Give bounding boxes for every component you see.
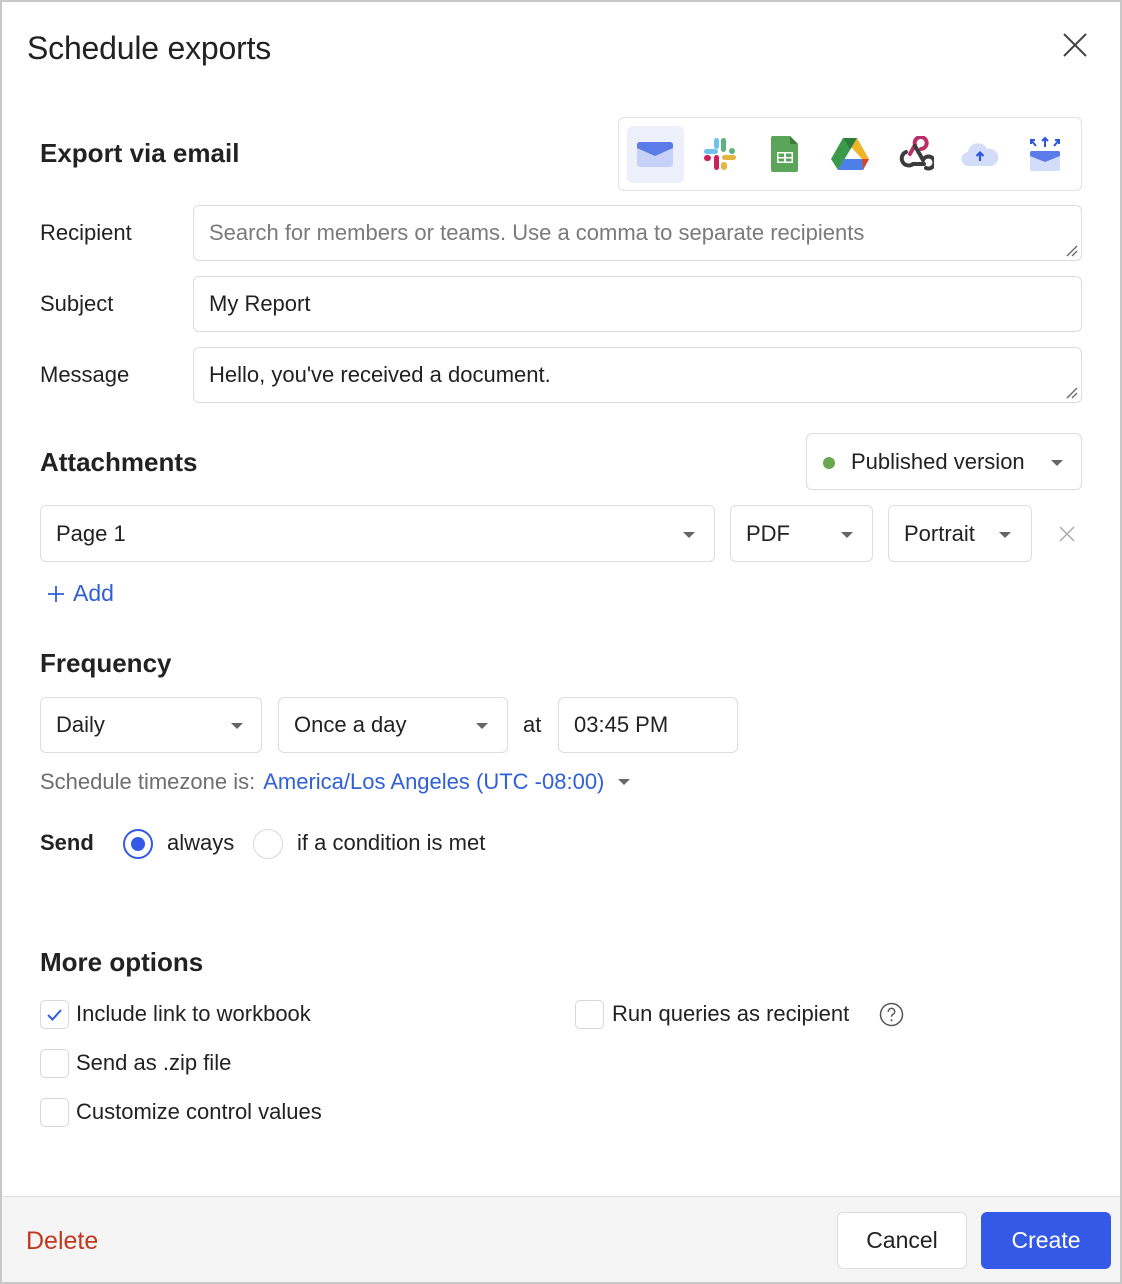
send-condition-label[interactable]: if a condition is met [297,830,485,856]
run-queries-label[interactable]: Run queries as recipient [612,1001,849,1027]
orientation-value: Portrait [904,520,975,546]
add-attachment-button[interactable]: Add [47,580,114,607]
version-value: Published version [851,448,1025,474]
time-field[interactable]: 03:45 PM [558,697,738,753]
send-label: Send [40,830,94,855]
more-options-heading: More options [40,947,204,977]
timezone-select[interactable]: America/Los Angeles (UTC -08:00) [263,769,604,795]
times-value: Once a day [294,712,407,737]
send-always-radio[interactable] [123,829,153,859]
recipient-field[interactable]: Search for members or teams. Use a comma… [193,205,1082,261]
resize-handle-icon[interactable] [1064,385,1078,399]
channel-email[interactable] [627,125,684,183]
webhook-icon [899,136,934,171]
remove-attachment-icon[interactable] [1059,526,1075,542]
customize-controls-label[interactable]: Customize control values [76,1099,322,1125]
google-drive-icon [831,138,869,170]
schedule-exports-dialog: Schedule exports Export via email Recipi… [2,2,1120,1282]
subject-field[interactable]: My Report [193,276,1082,332]
chevron-down-icon[interactable] [618,779,631,785]
timezone-prefix: Schedule timezone is: [40,769,256,794]
channel-export-box[interactable] [1016,126,1073,183]
at-label: at [523,712,542,737]
chevron-down-icon [231,723,243,729]
time-value: 03:45 PM [574,712,669,737]
email-icon [637,142,674,167]
chevron-down-icon [999,532,1011,538]
customize-controls-checkbox[interactable] [40,1098,69,1127]
channel-cloud-storage[interactable] [951,126,1008,183]
cloud-upload-icon [961,143,999,167]
chevron-down-icon [476,723,488,729]
include-link-checkbox[interactable] [40,1000,69,1029]
message-field[interactable]: Hello, you've received a document. [193,347,1082,403]
chevron-down-icon [683,532,695,538]
plus-icon [48,585,64,602]
send-zip-label[interactable]: Send as .zip file [76,1050,231,1076]
status-dot-icon [823,457,835,469]
create-button[interactable]: Create [981,1212,1111,1269]
version-select[interactable]: Published version [806,433,1082,490]
send-condition-radio[interactable] [253,829,283,859]
close-icon [1063,33,1087,57]
channel-webhook[interactable] [886,126,943,183]
message-label: Message [40,362,130,387]
add-label: Add [73,580,114,606]
dialog-title: Schedule exports [27,30,272,66]
include-link-label[interactable]: Include link to workbook [76,1001,311,1027]
message-value: Hello, you've received a document. [209,362,551,387]
chevron-down-icon [841,532,853,538]
checkmark-icon [47,1009,62,1021]
send-always-label[interactable]: always [167,830,234,856]
recipient-label: Recipient [40,220,132,245]
page-select[interactable]: Page 1 [40,505,715,562]
subject-value: My Report [209,291,311,316]
cancel-button[interactable]: Cancel [837,1212,967,1269]
export-heading: Export via email [40,138,240,168]
close-button[interactable] [1060,30,1090,60]
times-select[interactable]: Once a day [278,697,508,753]
orientation-select[interactable]: Portrait [888,505,1032,562]
period-value: Daily [56,712,105,737]
run-queries-checkbox[interactable] [575,1000,604,1029]
format-value: PDF [746,520,790,546]
resize-handle-icon[interactable] [1064,243,1078,257]
slack-icon [704,138,737,170]
format-select[interactable]: PDF [730,505,873,562]
channel-google-drive[interactable] [822,126,879,183]
subject-label: Subject [40,291,114,316]
frequency-heading: Frequency [40,648,172,678]
delete-button[interactable]: Delete [26,1227,98,1256]
help-icon[interactable] [879,1002,904,1027]
period-select[interactable]: Daily [40,697,262,753]
recipient-placeholder: Search for members or teams. Use a comma… [209,220,865,245]
timezone-row: Schedule timezone is: America/Los Angele… [40,769,631,795]
chevron-down-icon [1051,460,1063,466]
export-box-icon [1029,136,1060,171]
send-zip-checkbox[interactable] [40,1049,69,1078]
google-sheets-icon [771,136,799,172]
channel-slack[interactable] [692,126,749,183]
export-channel-picker [618,117,1082,191]
attachments-heading: Attachments [40,447,198,477]
channel-google-sheets[interactable] [757,126,814,183]
page-value: Page 1 [56,520,126,546]
